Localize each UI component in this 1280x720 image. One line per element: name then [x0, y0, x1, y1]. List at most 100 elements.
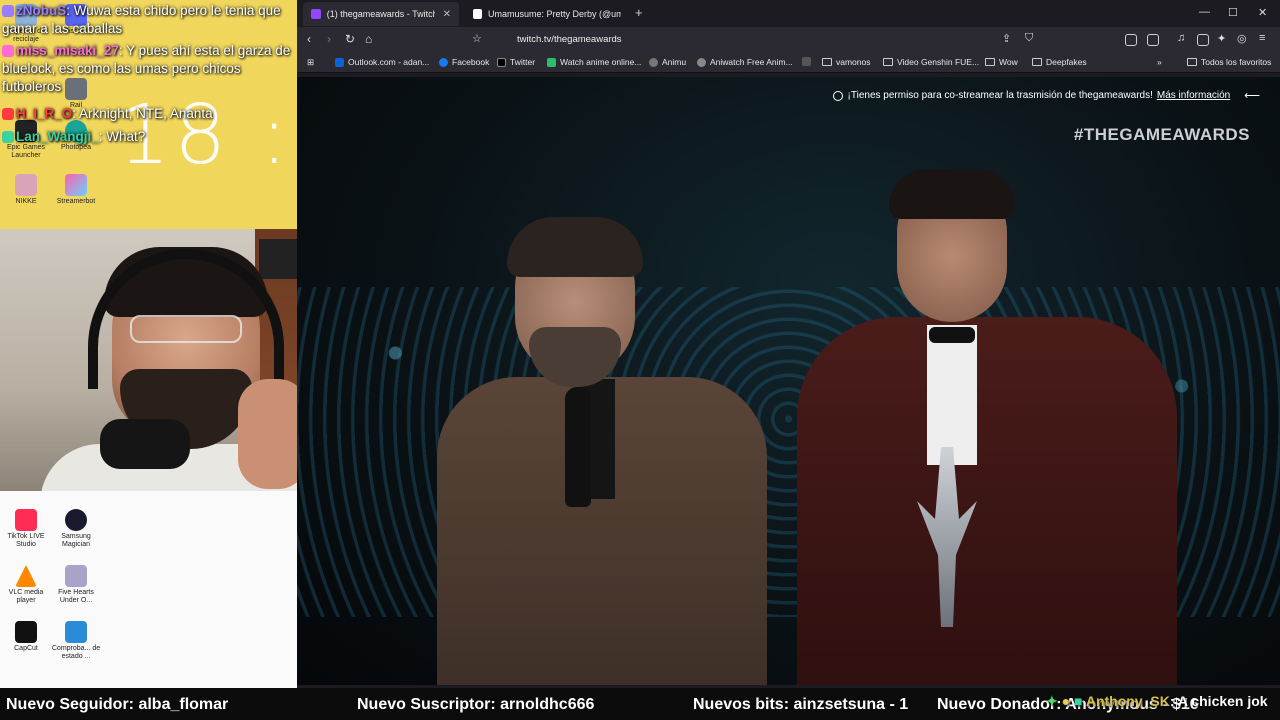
desktop-icon-nikke[interactable]: NIKKE — [0, 174, 52, 206]
bookmark-folder-genshin[interactable]: Video Genshin FUE... — [883, 57, 979, 67]
chat-username: Lan_Wangji_ — [16, 129, 99, 144]
anime-site-icon — [547, 57, 556, 67]
presenter-right-shirt — [927, 325, 977, 465]
chat-message: H_I_R_O: Arknight, NTE, Ananta — [2, 105, 297, 123]
address-bar[interactable]: twitch.tv/thegameawards — [517, 34, 622, 45]
ai-sparkle-icon[interactable]: ✦ — [1217, 32, 1226, 45]
desktop-icon-vlc[interactable]: VLC media player — [0, 565, 52, 605]
ticker-new-follower: Nuevo Seguidor: alba_flomar — [6, 696, 229, 713]
navigation-bar: ‹ › ↻ ⌂ ☆ twitch.tv/thegameawards ⇪ ⛉ ♫ … — [297, 27, 1280, 53]
samsung-magician-icon — [65, 509, 87, 531]
video-player[interactable]: ¡Tienes permiso para co-streamear la tra… — [297, 77, 1280, 685]
bookmark-folder-wow[interactable]: Wow — [985, 57, 1018, 67]
chat-badge-icon — [2, 131, 14, 143]
facebook-icon — [439, 57, 448, 67]
chat-username: zNobuS — [16, 3, 67, 18]
stream-ticker: Nuevo Seguidor: alba_flomar Nuevo Suscri… — [0, 688, 1280, 720]
tiktok-icon — [15, 509, 37, 531]
x-logo-icon — [473, 9, 482, 19]
streamerbot-icon — [65, 174, 87, 196]
home-icon[interactable]: ⌂ — [365, 32, 372, 46]
five-hearts-icon — [65, 565, 87, 587]
bookmark-folder-vamonos[interactable]: vamonos — [822, 57, 871, 67]
more-bookmarks-icon[interactable]: » — [1157, 57, 1162, 67]
desktop-icon-five-hearts[interactable]: Five Hearts Under O... — [50, 565, 102, 605]
apps-icon[interactable]: ⊞ — [307, 57, 314, 68]
bookmark-facebook[interactable]: Facebook — [439, 57, 489, 67]
folder-icon — [1032, 58, 1042, 66]
presenter-right-velvet-jacket — [797, 317, 1177, 685]
reload-icon[interactable]: ↻ — [345, 32, 355, 46]
desktop-wallpaper-bottom: TikTok LIVE Studio Samsung Magician VLC … — [0, 491, 297, 688]
coin-badge-icon: ● — [1061, 693, 1071, 709]
menu-icon[interactable]: ≡ — [1259, 32, 1265, 44]
close-tab-icon[interactable]: ✕ — [443, 9, 451, 20]
chat-message: Lan_Wangji_: What? — [2, 128, 297, 146]
folder-icon — [985, 58, 995, 66]
chat-message: zNobuS: Wuwa esta chido pero le tenia qu… — [2, 3, 281, 36]
sidebar-icon[interactable] — [1147, 34, 1159, 46]
chat-text: : A chicken jok — [1169, 693, 1268, 709]
nikke-icon — [15, 174, 37, 196]
ticker-new-bits: Nuevos bits: ainzsetsuna - 1 — [693, 696, 909, 713]
vpn-icon[interactable]: ◎ — [1237, 32, 1247, 45]
bookmark-twitter[interactable]: Twitter — [497, 57, 535, 67]
bookmark-watch-anime[interactable]: Watch anime online... — [547, 57, 641, 67]
all-bookmarks[interactable]: Todos los favoritos — [1187, 57, 1271, 67]
microphone-icon — [100, 419, 190, 469]
presenter-left — [437, 217, 777, 685]
chat-badge-icon — [2, 5, 14, 17]
new-tab-icon[interactable]: + — [635, 5, 643, 20]
tab-umamusume[interactable]: Umamusume: Pretty Derby (@umam — [465, 2, 629, 26]
back-icon[interactable]: ‹ — [307, 32, 311, 46]
vlc-icon — [15, 565, 37, 587]
tab-twitch[interactable]: (1) thegameawards - Twitch ✕ — [303, 2, 459, 26]
bookmark-unnamed[interactable] — [802, 57, 815, 66]
extensions-icon[interactable] — [1125, 34, 1137, 46]
close-window-icon[interactable]: ✕ — [1258, 6, 1267, 19]
presenter-right-hair — [889, 169, 1015, 219]
presenter-left-hair — [507, 217, 643, 277]
event-hashtag: #THEGAMEAWARDS — [1073, 125, 1250, 144]
chat-username: H_I_R_O — [16, 106, 73, 121]
sparkle-badge-icon: ✦ — [1046, 693, 1058, 709]
tab-bar: (1) thegameawards - Twitch ✕ Umamusume: … — [297, 0, 1280, 27]
globe-icon — [649, 57, 658, 67]
outlook-icon — [335, 57, 344, 67]
collapse-icon[interactable]: ⟵ — [1244, 89, 1260, 102]
chat-username: Anthony_SK — [1085, 693, 1170, 709]
desktop-icon-streamerbot[interactable]: Streamerbot — [50, 174, 102, 206]
health-check-icon — [65, 621, 87, 643]
forward-icon[interactable]: › — [327, 32, 331, 46]
desktop-icon-health-check[interactable]: Comproba... de estado ... — [50, 621, 102, 661]
bookmark-page-icon[interactable]: ☆ — [472, 32, 482, 45]
desktop-icon-tiktok-live[interactable]: TikTok LIVE Studio — [0, 509, 52, 549]
chat-text: Arknight, NTE, Ananta — [79, 106, 213, 121]
info-icon — [832, 90, 843, 101]
bookmark-aniwatch[interactable]: Aniwatch Free Anim... — [697, 57, 793, 67]
wallet-icon[interactable] — [1197, 34, 1209, 46]
folder-icon — [1187, 58, 1197, 66]
bookmark-folder-deepfakes[interactable]: Deepfakes — [1032, 57, 1087, 67]
bookmark-outlook[interactable]: Outlook.com - adan... — [335, 57, 429, 67]
shield-icon[interactable]: ⛉ — [1025, 32, 1033, 45]
presenter-right — [777, 169, 1197, 685]
maximize-icon[interactable]: ☐ — [1228, 6, 1238, 19]
browser-window: (1) thegameawards - Twitch ✕ Umamusume: … — [297, 0, 1280, 688]
bow-tie — [929, 327, 975, 343]
folder-icon — [822, 58, 832, 66]
capcut-icon — [15, 621, 37, 643]
ticker-new-subscriber: Nuevo Suscriptor: arnoldhc666 — [357, 696, 595, 713]
desktop-icon-capcut[interactable]: CapCut — [0, 621, 52, 653]
bookmark-animu[interactable]: Animu — [649, 57, 686, 67]
music-icon[interactable]: ♫ — [1177, 32, 1185, 44]
minimize-icon[interactable]: — — [1199, 6, 1210, 18]
chat-text: What? — [106, 129, 146, 144]
more-info-link[interactable]: Más información — [1157, 90, 1230, 101]
costream-notice: ¡Tienes permiso para co-streamear la tra… — [832, 89, 1260, 102]
chat-badge-icon — [2, 45, 14, 57]
desktop-icon-samsung-magician[interactable]: Samsung Magician — [50, 509, 102, 549]
share-icon[interactable]: ⇪ — [1002, 32, 1011, 45]
chat-badge-icon: ■ — [1073, 693, 1083, 709]
twitter-icon — [497, 57, 506, 67]
